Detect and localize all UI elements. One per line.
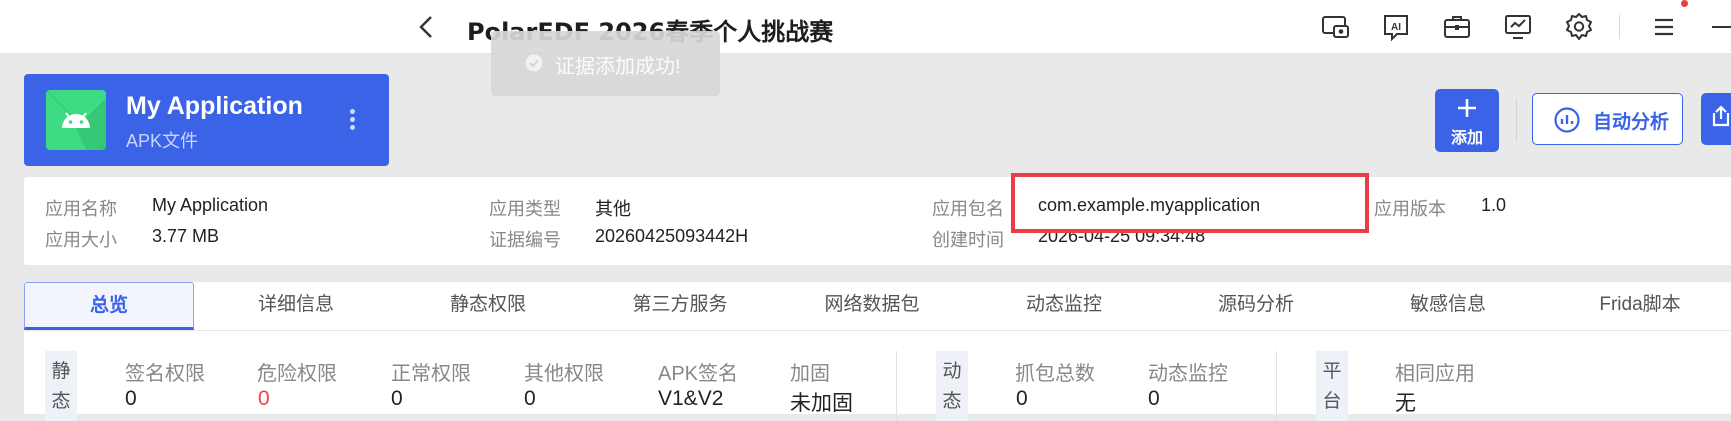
svg-text:AI: AI: [1391, 22, 1401, 33]
tab-frida-scripts[interactable]: Frida脚本: [1555, 282, 1725, 330]
toast-message: 证据添加成功!: [555, 56, 681, 78]
plus-icon: [1458, 99, 1476, 117]
add-button[interactable]: 添加: [1435, 89, 1499, 152]
export-icon: [1712, 105, 1730, 127]
evidence-id-label: 证据编号: [489, 230, 561, 250]
dot: [349, 117, 355, 122]
menu-icon: [1655, 18, 1673, 36]
stat-label: 签名权限: [125, 363, 205, 385]
app-name-label: 应用名称: [45, 199, 117, 219]
static-group-label: 静态: [45, 351, 77, 421]
stat-value: 未加固: [790, 392, 853, 415]
screen-record-button[interactable]: [1320, 11, 1352, 43]
monitor-button[interactable]: [1502, 11, 1534, 43]
stat-value: 无: [1395, 392, 1416, 415]
stat-label: 动态监控: [1148, 363, 1228, 385]
app-file-type: APK文件: [126, 131, 199, 151]
dynamic-group-label: 动态: [936, 351, 968, 421]
version-value: 1.0: [1481, 195, 1507, 215]
stat-value: V1&V2: [658, 387, 724, 410]
tab-dynamic-monitoring[interactable]: 动态监控: [979, 282, 1149, 330]
tab-overview[interactable]: 总览: [24, 282, 194, 330]
stat-label: APK签名: [658, 363, 739, 385]
created-time-label: 创建时间: [932, 230, 1004, 250]
evidence-id-value: 20260425093442H: [595, 226, 749, 246]
package-highlight-box: [1011, 173, 1369, 233]
auto-analysis-label: 自动分析: [1593, 112, 1670, 133]
app-name: My Application: [126, 92, 303, 120]
package-label: 应用包名: [932, 199, 1004, 219]
stat-value: 0: [1148, 387, 1160, 410]
success-toast: 证据添加成功!: [491, 31, 720, 96]
stat-value: 0: [1016, 387, 1028, 410]
chevron-left-icon: [419, 16, 432, 38]
ai-icon: AI: [1384, 15, 1408, 42]
stat-label: 正常权限: [391, 363, 471, 385]
analysis-gauge-icon: [1554, 107, 1580, 133]
back-button[interactable]: [410, 10, 444, 44]
more-vertical-icon: [349, 109, 355, 114]
app-type-label: 应用类型: [489, 199, 561, 219]
menu-button[interactable]: [1648, 11, 1680, 43]
tab-sensitive-info[interactable]: 敏感信息: [1363, 282, 1533, 330]
stat-value: 0: [258, 387, 270, 410]
export-button[interactable]: [1701, 93, 1731, 145]
app-info-panel: 应用名称 My Application 应用大小 3.77 MB 应用类型 其他…: [24, 177, 1731, 265]
stat-label: 相同应用: [1395, 363, 1475, 385]
ai-button[interactable]: AI: [1380, 11, 1412, 43]
overview-stats: 静态 签名权限 0 危险权限 0 正常权限 0 其他权限 0 APK签名 V1&…: [24, 331, 1731, 421]
gear-icon: [1566, 13, 1592, 40]
tab-network-packets[interactable]: 网络数据包: [787, 282, 957, 330]
stat-label: 抓包总数: [1015, 363, 1095, 385]
tab-details[interactable]: 详细信息: [211, 282, 381, 330]
more-options-button[interactable]: [342, 106, 362, 136]
stats-divider: [896, 351, 897, 421]
settings-button[interactable]: [1563, 11, 1595, 43]
check-circle-icon: [525, 54, 543, 72]
platform-group-label: 平台: [1316, 351, 1348, 421]
title-bar: PolarEDF 2026春季个人挑战赛 AI: [0, 0, 1731, 54]
auto-analysis-button[interactable]: 自动分析: [1532, 93, 1683, 145]
tab-bar: 总览 详细信息 静态权限 第三方服务 网络数据包 动态监控 源码分析 敏感信息 …: [24, 282, 1731, 331]
app-size-value: 3.77 MB: [152, 226, 220, 246]
version-label: 应用版本: [1374, 199, 1446, 219]
screen-record-icon: [1322, 16, 1349, 38]
tab-source-analysis[interactable]: 源码分析: [1171, 282, 1341, 330]
stat-value: 0: [524, 387, 536, 410]
app-name-value: My Application: [152, 195, 269, 215]
minimize-icon[interactable]: [1712, 26, 1731, 28]
toolbox-button[interactable]: [1441, 11, 1473, 43]
stat-label: 加固: [790, 363, 830, 385]
dot: [349, 125, 355, 130]
app-card[interactable]: My Application APK文件: [24, 74, 389, 166]
tab-static-permissions[interactable]: 静态权限: [403, 282, 573, 330]
app-type-value: 其他: [595, 199, 631, 219]
stat-label: 危险权限: [257, 363, 337, 385]
stat-value: 0: [391, 387, 403, 410]
toolbox-icon: [1444, 16, 1470, 38]
add-button-label: 添加: [1450, 130, 1483, 147]
notification-dot: [1681, 0, 1688, 7]
app-size-label: 应用大小: [45, 230, 117, 250]
action-divider: [1516, 99, 1517, 141]
monitor-chart-icon: [1505, 15, 1531, 39]
stat-value: 0: [125, 387, 137, 410]
toolbar-divider: [1619, 15, 1620, 39]
stat-label: 其他权限: [524, 363, 604, 385]
stats-divider: [1276, 351, 1277, 421]
tab-third-party-services[interactable]: 第三方服务: [595, 282, 765, 330]
android-icon: [46, 90, 106, 150]
